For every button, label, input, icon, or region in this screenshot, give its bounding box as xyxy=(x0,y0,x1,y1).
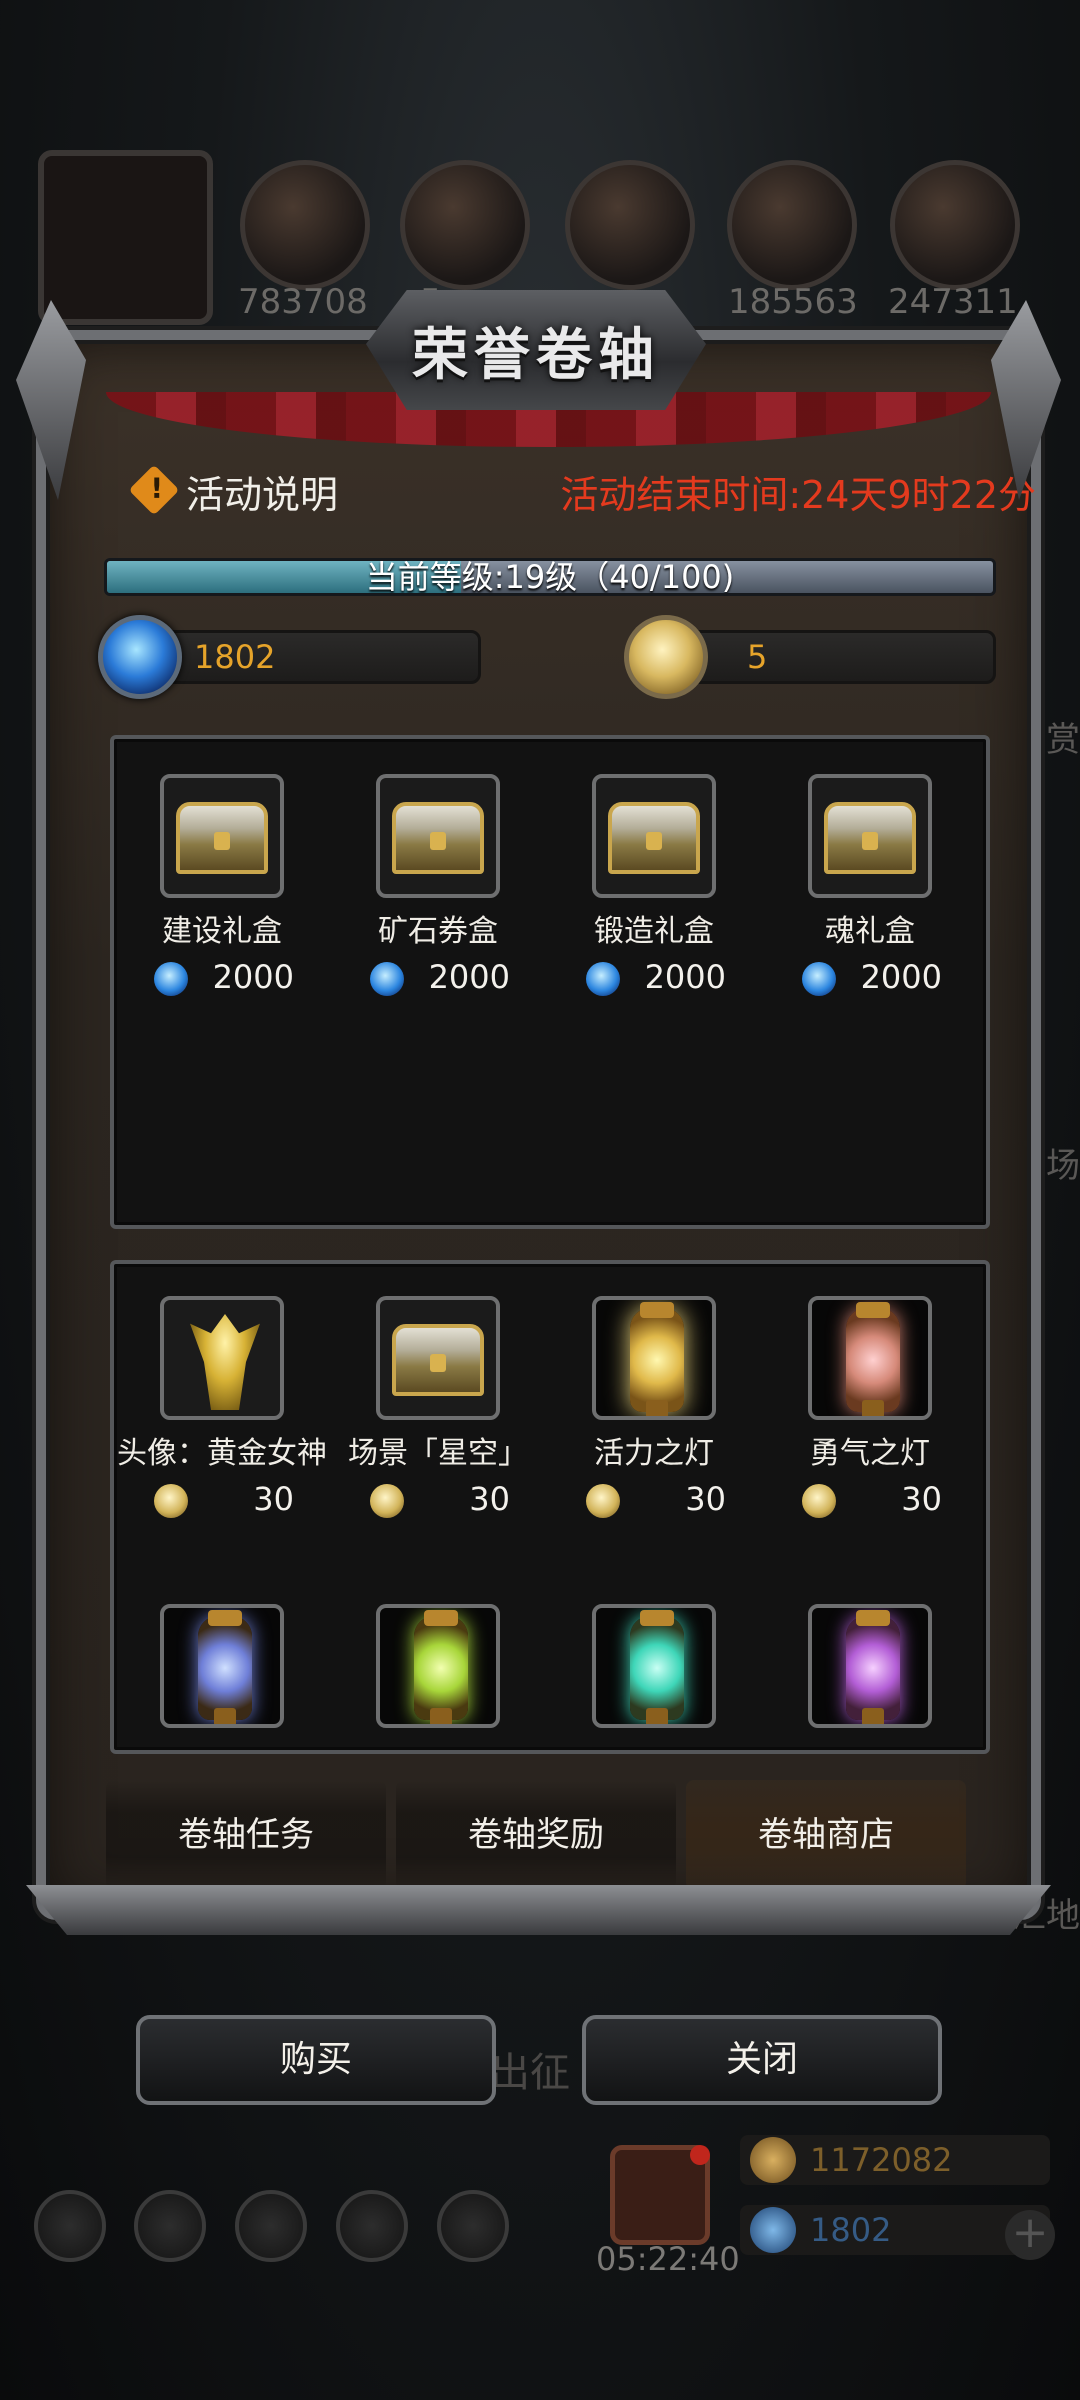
coin-balance-value: 5 xyxy=(747,638,768,676)
shop-item-ore-box[interactable]: 矿石券盒 2000 xyxy=(330,774,546,1002)
gem-icon xyxy=(98,615,182,699)
tab-scroll-tasks[interactable]: 卷轴任务 xyxy=(106,1780,386,1890)
scroll-tabs: 卷轴任务 卷轴奖励 卷轴商店 xyxy=(106,1780,996,1890)
mail-icon[interactable] xyxy=(336,2190,408,2262)
close-button[interactable]: 关闭 xyxy=(582,2015,942,2105)
lumber-resource-icon xyxy=(400,160,530,290)
item-price: 2000 xyxy=(546,958,762,1002)
honor-coin-icon xyxy=(802,1484,836,1518)
crystal-resource-icon xyxy=(727,160,857,290)
notification-dot xyxy=(690,2145,710,2165)
gem-icon xyxy=(750,2207,796,2253)
dialog-title-plate: 荣誉卷轴 xyxy=(366,290,706,410)
shop-item-soul-box[interactable]: 魂礼盒 2000 xyxy=(762,774,978,1002)
settings-gear-icon[interactable] xyxy=(34,2190,106,2262)
iron-resource-icon xyxy=(565,160,695,290)
honor-coin-icon xyxy=(624,615,708,699)
item-price: 2000 xyxy=(330,958,546,1002)
info-row: 活动说明 活动结束时间:24天9时22分 xyxy=(128,460,1036,520)
treasure-chest-icon xyxy=(376,1296,500,1420)
gold-total-bar: 1172082 xyxy=(740,2135,1050,2185)
dialog-frame: 活动说明 活动结束时间:24天9时22分 当前等级:19级（40/100) 18… xyxy=(36,330,1041,1920)
treasure-chest-icon xyxy=(592,774,716,898)
purple-lamp-icon xyxy=(808,1604,932,1728)
treasure-chest-icon xyxy=(808,774,932,898)
shop-item-purple-lamp[interactable] xyxy=(762,1604,978,1728)
gem-total-bar: 1802 xyxy=(740,2205,1050,2255)
shop-item-starry-scene[interactable]: 场景「星空」 30 xyxy=(330,1296,546,1524)
item-name: 头像：黄金女神 xyxy=(117,1436,327,1471)
shop-item-courage-lamp[interactable]: 勇气之灯 30 xyxy=(762,1296,978,1524)
level-text: 当前等级:19级（40/100) xyxy=(365,558,735,596)
tab-scroll-rewards[interactable]: 卷轴奖励 xyxy=(396,1780,676,1890)
level-progress-bar: 当前等级:19级（40/100) xyxy=(104,558,996,596)
player-avatar[interactable] xyxy=(38,150,213,325)
dialog-title: 荣誉卷轴 xyxy=(412,321,660,388)
steel-resource-icon xyxy=(890,160,1020,290)
achievement-star-icon[interactable] xyxy=(134,2190,206,2262)
activity-info-link[interactable]: 活动说明 xyxy=(186,464,338,519)
item-name: 建设礼盒 xyxy=(162,914,282,949)
map-icon[interactable] xyxy=(437,2190,509,2262)
gem-icon xyxy=(802,962,836,996)
treasure-chest-icon xyxy=(376,774,500,898)
honor-coin-icon xyxy=(370,1484,404,1518)
gold-total-value: 1172082 xyxy=(810,2141,953,2179)
item-name: 魂礼盒 xyxy=(825,914,915,949)
guild-icon[interactable] xyxy=(235,2190,307,2262)
bottom-hud: 05:22:40 1172082 1802 + xyxy=(0,2110,1080,2400)
gold-coin-icon xyxy=(750,2137,796,2183)
side-label-reward: 赏 xyxy=(1046,720,1080,760)
item-price: 2000 xyxy=(114,958,330,1002)
gem-total-value: 1802 xyxy=(810,2211,892,2249)
item-price: 30 xyxy=(546,1480,762,1524)
gem-icon xyxy=(154,962,188,996)
tab-scroll-shop[interactable]: 卷轴商店 xyxy=(686,1780,966,1890)
green-lamp-icon xyxy=(376,1604,500,1728)
item-price: 30 xyxy=(762,1480,978,1524)
gift-timer: 05:22:40 xyxy=(596,2240,740,2278)
gem-icon xyxy=(370,962,404,996)
item-name: 矿石券盒 xyxy=(378,914,498,949)
honor-coin-icon xyxy=(154,1484,188,1518)
shop-item-cyan-lamp[interactable] xyxy=(546,1604,762,1728)
wood-resource-icon xyxy=(240,160,370,290)
gem-shop-panel: 建设礼盒 2000 矿石券盒 2000 锻造礼盒 2000 魂礼盒 2000 xyxy=(110,735,990,1229)
warning-icon[interactable] xyxy=(128,464,180,516)
golden-angel-icon xyxy=(160,1296,284,1420)
shop-item-forge-box[interactable]: 锻造礼盒 2000 xyxy=(546,774,762,1002)
buy-button[interactable]: 购买 xyxy=(136,2015,496,2105)
item-price: 30 xyxy=(114,1480,330,1524)
item-price: 30 xyxy=(330,1480,546,1524)
honor-coin-icon xyxy=(586,1484,620,1518)
cyan-lamp-icon xyxy=(592,1604,716,1728)
shop-item-green-lamp[interactable] xyxy=(330,1604,546,1728)
item-name: 场景「星空」 xyxy=(348,1436,528,1471)
shop-item-blue-lamp[interactable] xyxy=(114,1604,330,1728)
treasure-chest-icon xyxy=(160,774,284,898)
shop-item-build-box[interactable]: 建设礼盒 2000 xyxy=(114,774,330,1002)
add-plus-icon[interactable]: + xyxy=(1005,2210,1055,2260)
march-label: 出征 xyxy=(490,2050,570,2096)
yellow-lamp-icon xyxy=(592,1296,716,1420)
shop-item-vitality-lamp[interactable]: 活力之灯 30 xyxy=(546,1296,762,1524)
item-price: 2000 xyxy=(762,958,978,1002)
bottom-ornament xyxy=(26,1885,1051,1935)
item-name: 锻造礼盒 xyxy=(594,914,714,949)
item-name: 勇气之灯 xyxy=(810,1436,930,1471)
pink-lamp-icon xyxy=(808,1296,932,1420)
item-name: 活力之灯 xyxy=(594,1436,714,1471)
honor-scroll-dialog: 活动说明 活动结束时间:24天9时22分 当前等级:19级（40/100) 18… xyxy=(26,290,1051,1935)
coin-shop-panel: 头像：黄金女神 30 场景「星空」 30 活力之灯 30 勇气之灯 30 xyxy=(110,1260,990,1754)
gem-balance-value: 1802 xyxy=(194,638,276,676)
event-end-time: 活动结束时间:24天9时22分 xyxy=(560,473,1036,517)
gem-icon xyxy=(586,962,620,996)
blue-lamp-icon xyxy=(160,1604,284,1728)
shop-item-golden-goddess-avatar[interactable]: 头像：黄金女神 30 xyxy=(114,1296,330,1524)
